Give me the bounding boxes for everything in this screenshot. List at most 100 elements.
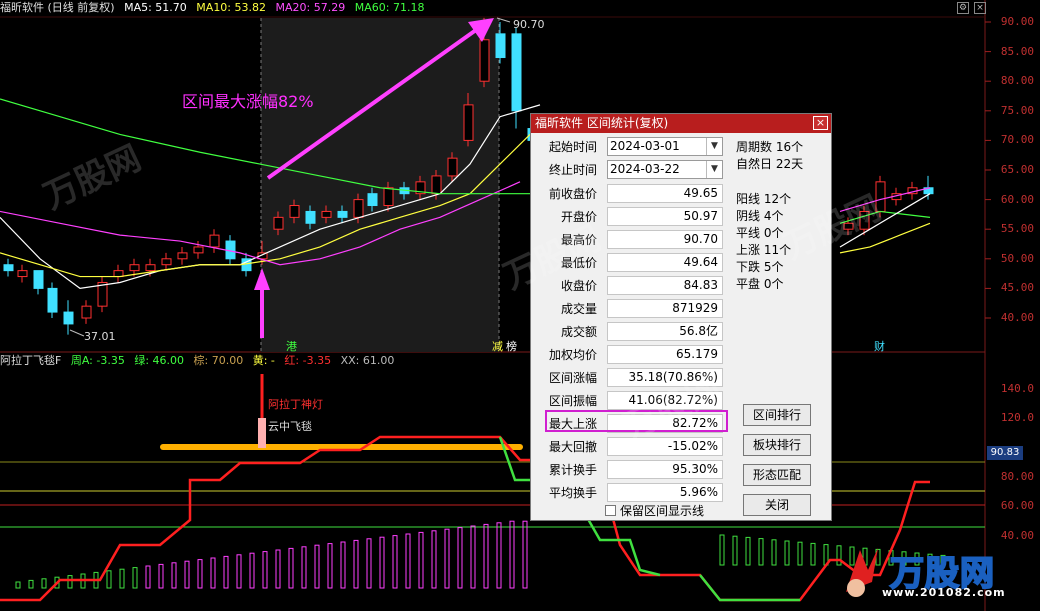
- green-step-line: [699, 574, 800, 602]
- max-rise-annotation: 区间最大涨幅82%: [182, 92, 314, 111]
- range-rank-button[interactable]: 区间排行: [743, 404, 811, 426]
- hist-bar: [353, 539, 359, 589]
- selected-range: [261, 18, 499, 352]
- candle-body: [209, 234, 220, 248]
- end-time-select[interactable]: 2024-03-22 ▼: [607, 160, 723, 179]
- chevron-down-icon[interactable]: ▼: [706, 161, 722, 178]
- dialog-close-icon[interactable]: ×: [813, 116, 828, 130]
- price-axis-tick: 90.00: [1000, 15, 1034, 28]
- logo-url: www.201082.com: [882, 586, 1006, 599]
- stock-terminal: 福昕软件 (日线 前复权) MA5: 51.70 MA10: 53.82 MA2…: [0, 0, 1040, 611]
- stat-label: 累计换手: [548, 463, 597, 477]
- candle-body: [321, 210, 332, 218]
- indicator-axis-tick: 60.00: [1000, 499, 1034, 512]
- stat-row: 前收盘价 49.65: [531, 183, 731, 205]
- tag-cai: 财: [874, 340, 885, 353]
- period-stat: 阴线 4个: [736, 209, 784, 223]
- keep-interval-label: 保留区间显示线: [620, 504, 705, 518]
- stat-row: 累计换手 95.30%: [531, 459, 731, 481]
- hist-bar: [314, 544, 320, 589]
- sector-rank-button[interactable]: 板块排行: [743, 434, 811, 456]
- price-axis-tick: 45.00: [1000, 281, 1034, 295]
- hist-bar: [509, 520, 515, 589]
- signal-aladdin-label: 阿拉丁神灯: [268, 398, 323, 411]
- stat-row: 平均换手 5.96%: [531, 482, 731, 504]
- low-price-label: 37.01: [84, 330, 116, 343]
- hist-bar: [405, 533, 411, 589]
- close-button[interactable]: 关闭: [743, 494, 811, 516]
- end-time-value: 2024-03-22: [610, 162, 680, 176]
- indicator-hong: 红: -3.35: [284, 354, 332, 367]
- candle-body: [353, 199, 364, 218]
- end-time-label: 终止时间: [548, 163, 597, 177]
- interval-stats-dialog[interactable]: 福昕软件 区间统计(复权) × 起始时间 2024-03-01 ▼ 终止时间 20…: [530, 113, 832, 521]
- price-axis-tick: 65.00: [1000, 163, 1034, 176]
- indicator-axis-tick: 80.00: [1000, 470, 1034, 483]
- keep-interval-checkbox[interactable]: 保留区间显示线: [605, 502, 704, 519]
- stat-value: 95.30%: [607, 460, 723, 479]
- indicator-axis-tick: 120.0: [1000, 411, 1034, 424]
- stat-label: 平均换手: [548, 486, 597, 500]
- hist-bar: [327, 543, 333, 589]
- start-time-row: 起始时间 2024-03-01 ▼: [531, 136, 731, 158]
- period-stat: 阳线 12个: [736, 192, 792, 206]
- hist-bar: [223, 555, 229, 589]
- chevron-down-icon[interactable]: ▼: [706, 138, 722, 155]
- hist-bar: [184, 560, 190, 589]
- hist-bar: [236, 554, 242, 589]
- stat-value: 5.96%: [607, 483, 723, 502]
- hist-bar: [379, 536, 385, 589]
- hist-bar: [784, 540, 790, 566]
- price-axis-tick: 60.00: [1000, 192, 1034, 206]
- hist-bar: [275, 549, 281, 589]
- candle-body: [463, 104, 474, 141]
- hist-bar: [340, 541, 346, 589]
- indicator-axis-tick: 140.0: [1000, 382, 1034, 395]
- price-axis-tick: 70.00: [1000, 133, 1034, 147]
- hist-bar: [106, 570, 112, 589]
- hist-bar: [119, 568, 125, 589]
- tag-bang: 榜: [506, 340, 517, 353]
- stat-label: 最大回撤: [548, 440, 597, 454]
- signal-block: [258, 418, 266, 448]
- dialog-title[interactable]: 福昕软件 区间统计(复权): [531, 114, 831, 133]
- hist-bar: [431, 530, 437, 589]
- start-time-select[interactable]: 2024-03-01 ▼: [607, 137, 723, 156]
- hist-bar: [210, 557, 216, 589]
- site-logo: 万股网 www.201082.com: [838, 540, 1028, 606]
- pattern-match-button[interactable]: 形态匹配: [743, 464, 811, 486]
- hist-bar: [522, 520, 528, 589]
- kline-chart[interactable]: [0, 0, 1040, 611]
- hist-bar: [732, 535, 738, 566]
- candle-body: [431, 175, 442, 195]
- candle-body: [129, 264, 140, 272]
- checkbox-icon[interactable]: [605, 505, 616, 516]
- settings-gear-icon[interactable]: ⚙: [957, 2, 969, 14]
- high-price-label: 90.70: [513, 18, 545, 31]
- hist-bar: [158, 563, 164, 589]
- stock-title: 福昕软件 (日线 前复权): [0, 1, 115, 14]
- main-chart-header: 福昕软件 (日线 前复权) MA5: 51.70 MA10: 53.82 MA2…: [0, 0, 430, 16]
- stat-row: 成交额 56.8亿: [531, 321, 731, 343]
- stat-label: 前收盘价: [548, 187, 597, 201]
- candle-body: [145, 264, 156, 272]
- tag-gang: 港: [286, 340, 297, 353]
- stat-value: 84.83: [607, 276, 723, 295]
- hist-bar: [28, 579, 34, 589]
- price-axis-tick: 40.00: [1000, 311, 1034, 324]
- price-axis-tick: 75.00: [1000, 103, 1034, 117]
- hist-bar: [719, 534, 725, 566]
- stat-value: 90.70: [607, 230, 723, 249]
- end-time-row: 终止时间 2024-03-22 ▼: [531, 159, 731, 181]
- hist-bar: [758, 538, 764, 566]
- indicator-name[interactable]: 阿拉丁飞毯F: [0, 354, 61, 367]
- price-axis-tick: 85.00: [1000, 44, 1034, 58]
- current-price-tag: 90.83: [987, 446, 1023, 460]
- ma20-value: MA20: 57.29: [275, 1, 346, 14]
- hist-bar: [366, 538, 372, 589]
- price-axis-tick: 80.00: [1000, 74, 1034, 88]
- stat-label: 加权均价: [548, 348, 597, 362]
- close-chart-icon[interactable]: ×: [974, 2, 986, 14]
- hist-bar: [771, 539, 777, 566]
- indicator-xx: XX: 61.00: [340, 354, 395, 367]
